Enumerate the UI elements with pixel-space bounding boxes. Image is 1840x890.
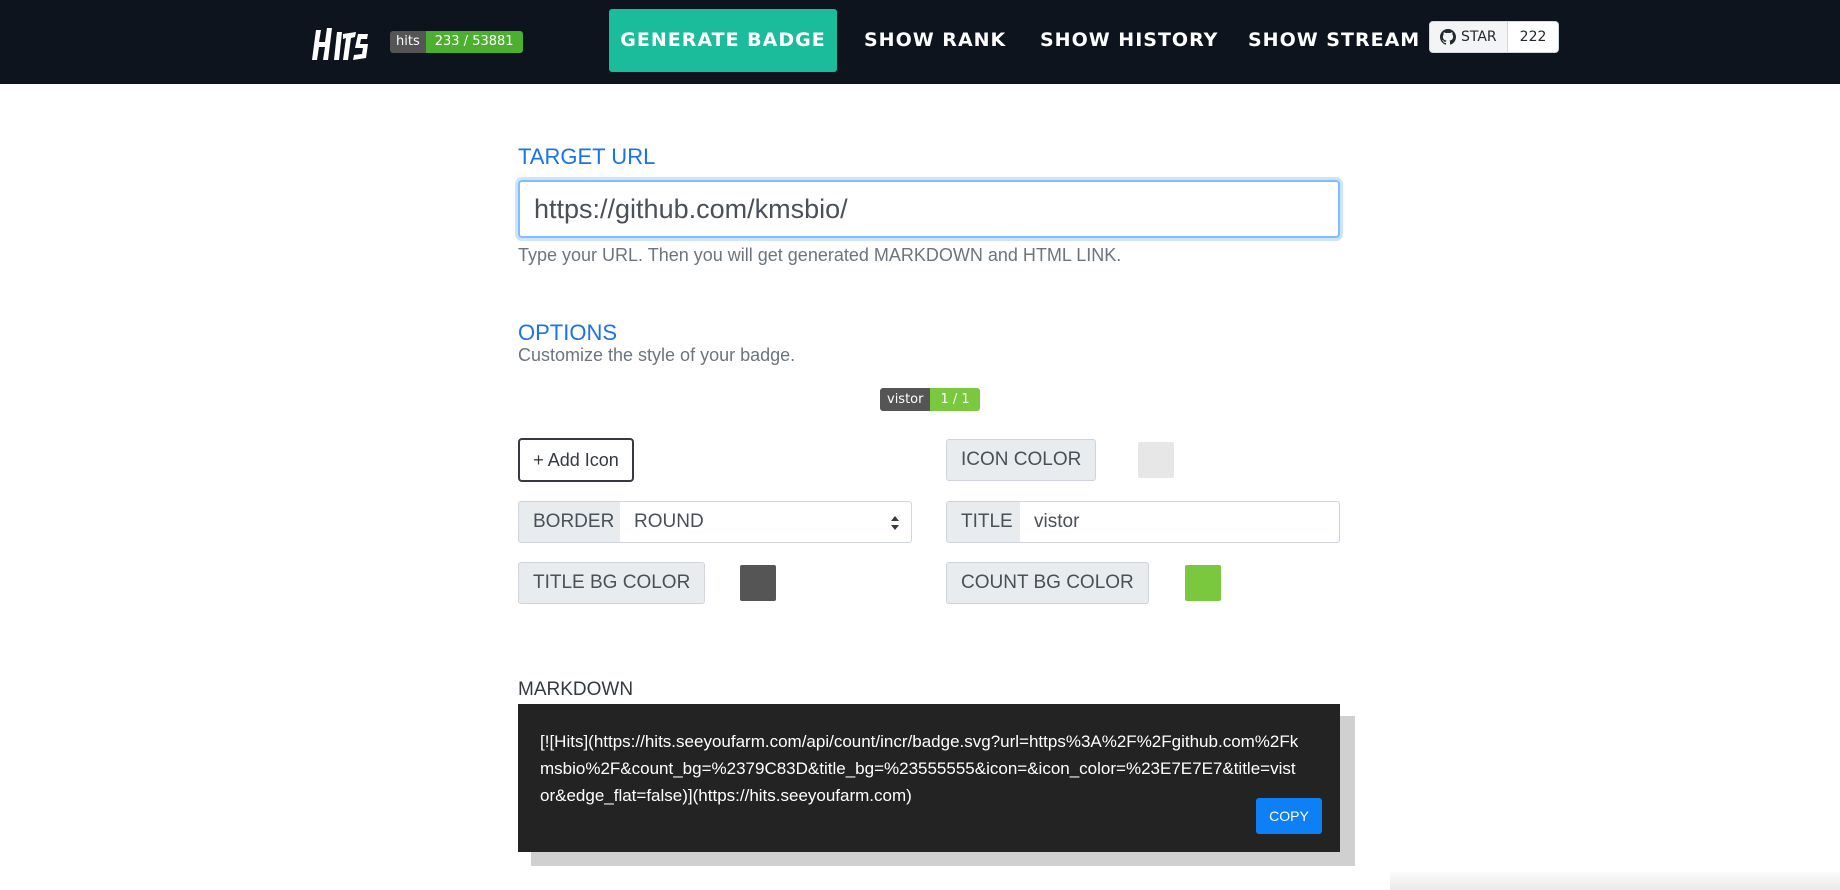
count-bg-color-label: COUNT BG COLOR: [946, 562, 1149, 604]
github-star-button[interactable]: STAR: [1429, 21, 1508, 53]
title-label: TITLE: [946, 501, 1028, 543]
markdown-heading: MARKDOWN: [518, 679, 634, 700]
hits-badge-count: 233 / 53881: [425, 31, 523, 53]
bottom-fade: [1390, 872, 1840, 890]
markdown-code-box[interactable]: [![Hits](https://hits.seeyoufarm.com/api…: [518, 704, 1340, 852]
title-input[interactable]: vistor: [1020, 501, 1340, 543]
copy-button[interactable]: COPY: [1256, 798, 1322, 834]
star-label: STAR: [1461, 29, 1497, 45]
title-bg-color-label: TITLE BG COLOR: [518, 562, 706, 604]
target-url-heading: TARGET URL: [518, 144, 656, 169]
badge-preview: vistor 1 / 1: [880, 388, 980, 411]
target-url-input[interactable]: https://github.com/kmsbio/: [518, 180, 1340, 238]
badge-preview-title: vistor: [880, 388, 931, 411]
generate-badge-button[interactable]: GENERATE BADGE: [609, 9, 837, 72]
markdown-code: [![Hits](https://hits.seeyoufarm.com/api…: [540, 732, 1299, 805]
options-heading: OPTIONS: [518, 320, 618, 345]
border-select[interactable]: ROUND: [620, 501, 912, 543]
border-label: BORDER: [518, 501, 630, 543]
badge-preview-count: 1 / 1: [930, 388, 980, 411]
github-icon: [1440, 29, 1456, 45]
show-history-link[interactable]: SHOW HISTORY: [1040, 9, 1218, 72]
hits-counter-badge: hits 233 / 53881: [390, 31, 523, 53]
title-bg-color-swatch[interactable]: [740, 565, 776, 601]
hits-logo-icon[interactable]: [310, 22, 370, 64]
border-select-value: ROUND: [634, 511, 704, 532]
star-count[interactable]: 222: [1507, 21, 1560, 53]
hits-badge-title: hits: [390, 31, 426, 53]
show-rank-link[interactable]: SHOW RANK: [864, 9, 1006, 72]
options-help: Customize the style of your badge.: [518, 345, 796, 365]
show-stream-link[interactable]: SHOW STREAM: [1248, 9, 1420, 72]
add-icon-button[interactable]: + Add Icon: [518, 438, 634, 482]
icon-color-label: ICON COLOR: [946, 439, 1097, 481]
icon-color-swatch[interactable]: [1138, 442, 1174, 478]
github-star-widget[interactable]: STAR 222: [1429, 21, 1560, 53]
navbar: hits 233 / 53881 GENERATE BADGE SHOW RAN…: [0, 0, 1840, 84]
count-bg-color-swatch[interactable]: [1185, 565, 1221, 601]
select-arrows-icon: [891, 516, 899, 530]
target-url-help: Type your URL. Then you will get generat…: [518, 245, 1122, 265]
